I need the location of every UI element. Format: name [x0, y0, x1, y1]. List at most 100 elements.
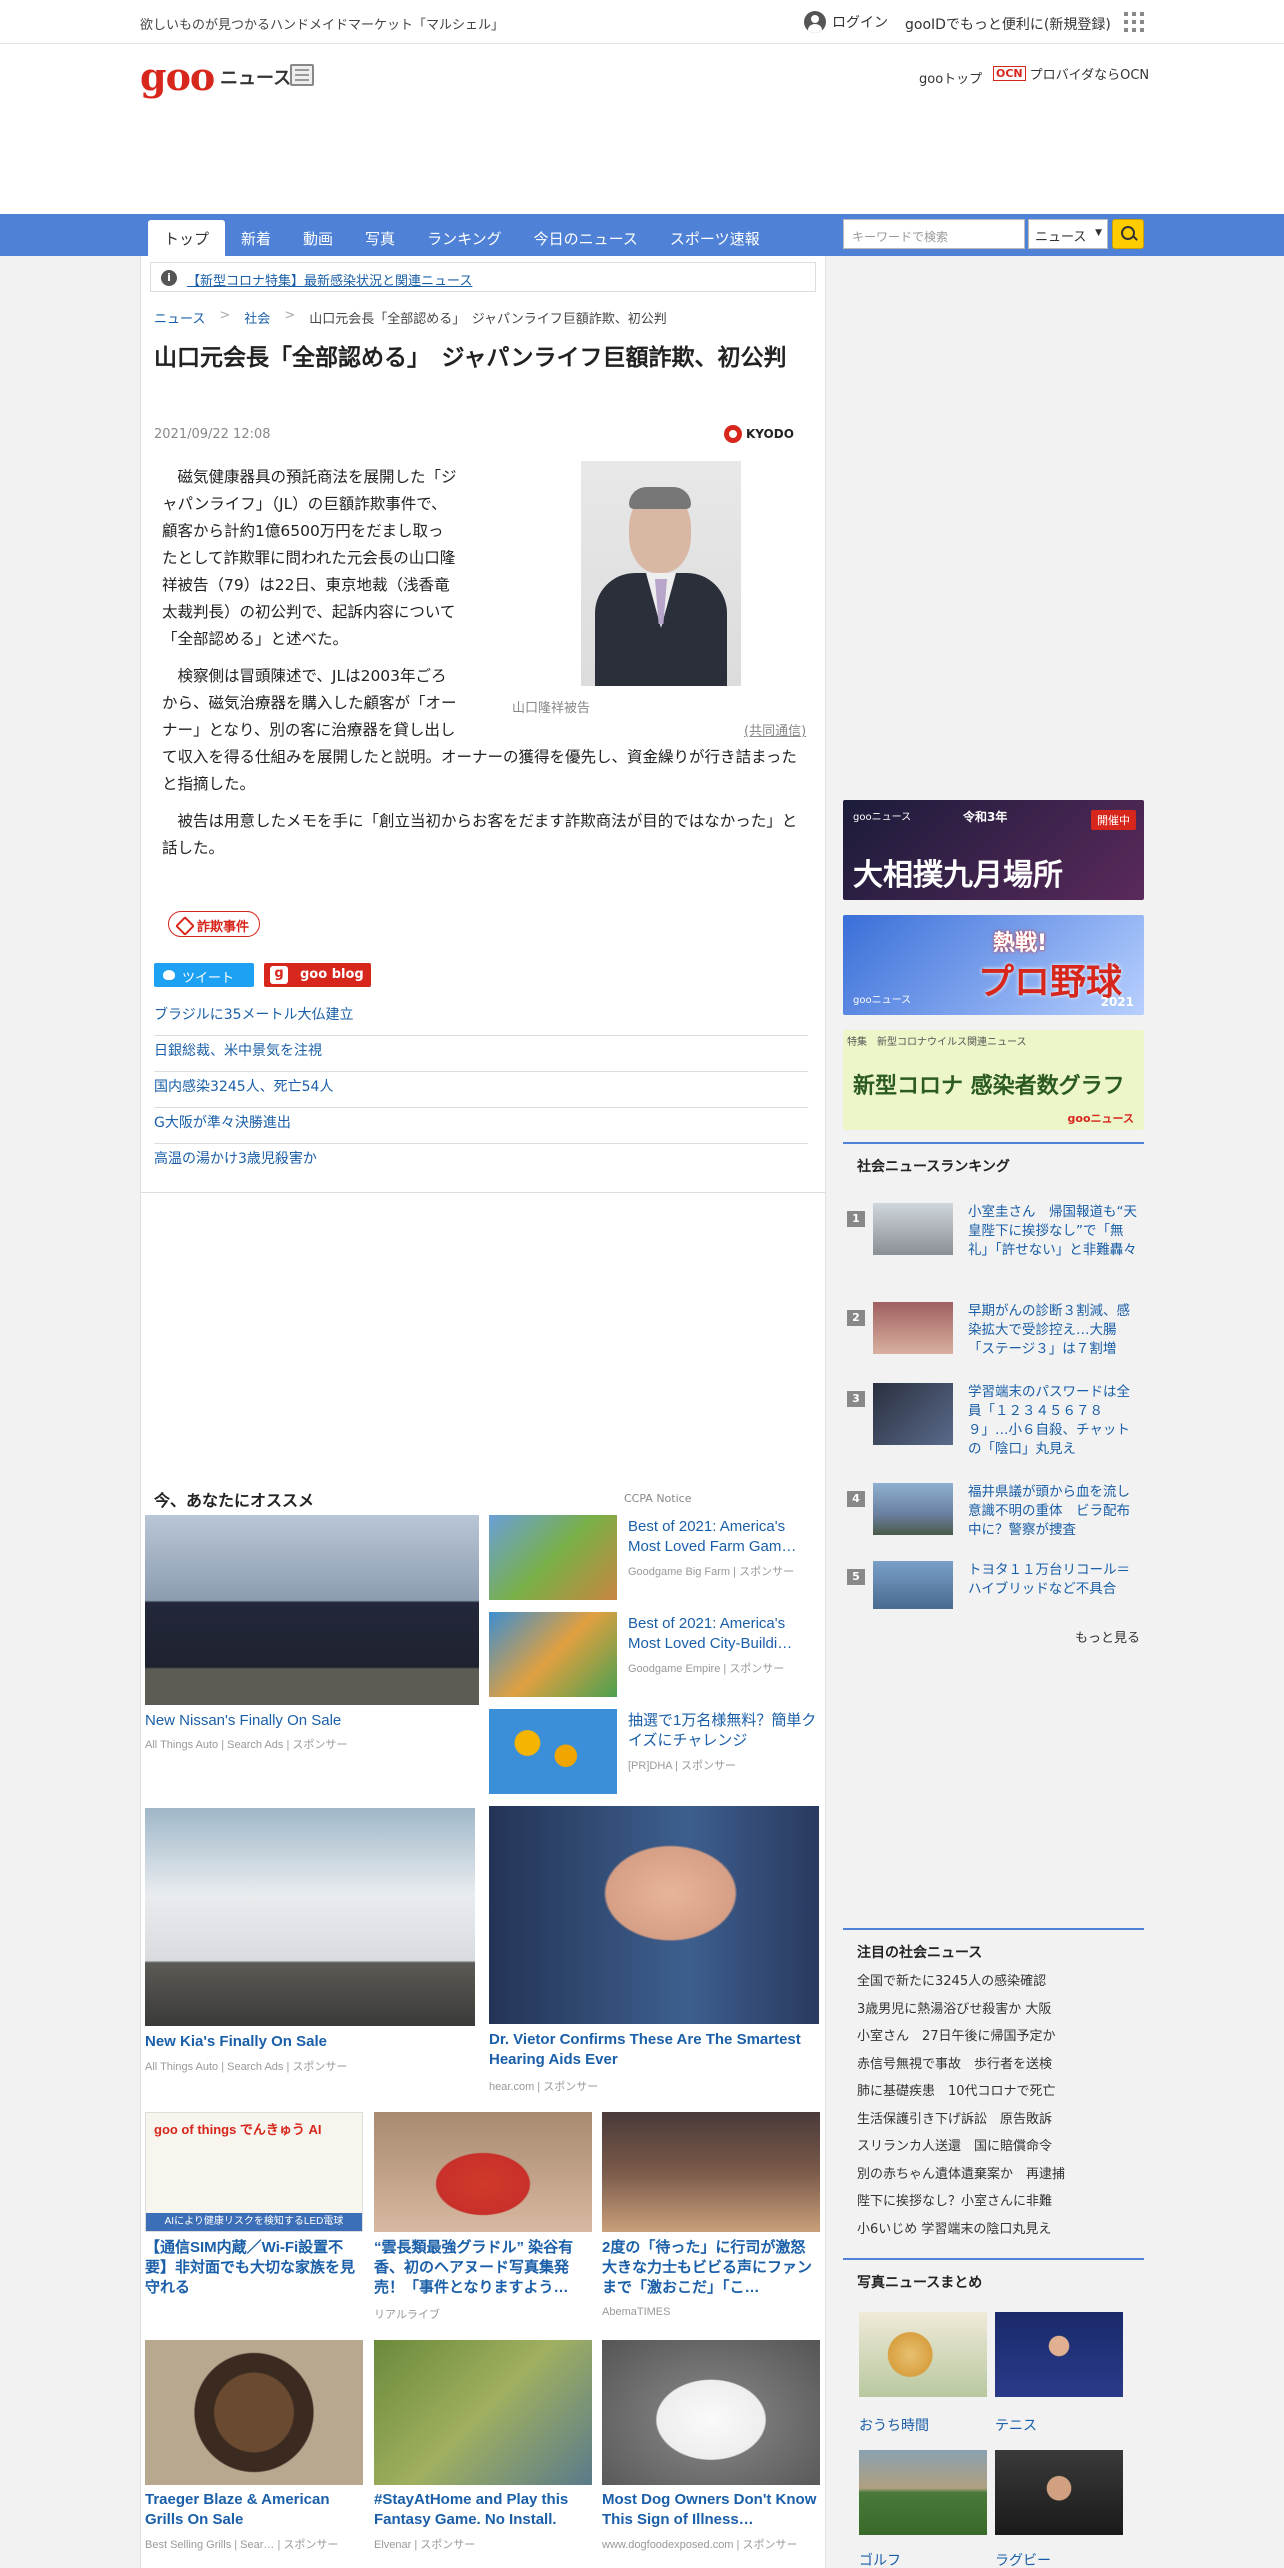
marche-promo-link[interactable]: 欲しいものが見つかるハンドメイドマーケット「マルシェル」	[140, 14, 504, 33]
recommend-card[interactable]: 2度の「待った」に行司が激怒 大きな力士もビビる声にファンまで「激おこだ」「こ……	[602, 2112, 820, 2332]
ranking-more-link[interactable]: もっと見る	[1075, 1627, 1140, 1646]
card-image	[145, 1515, 479, 1705]
provider-logo[interactable]: KYODO	[724, 425, 794, 443]
attention-item[interactable]: 全国で新たに3245人の感染確認	[843, 1968, 1144, 1996]
related-link[interactable]: G大阪が準々決勝進出	[154, 1108, 808, 1144]
card-image	[145, 2340, 363, 2485]
covid-notice-link[interactable]: 【新型コロナ特集】最新感染状況と関連ニュース	[187, 274, 472, 289]
gooid-register-link[interactable]: gooIDでもっと便利に(新規登録)	[905, 14, 1111, 34]
rank-thumb	[873, 1483, 953, 1535]
news-logo-text[interactable]: ニュース	[220, 64, 291, 90]
card-title: 抽選で1万名様無料？簡単クイズにチャレンジ	[628, 1712, 817, 1749]
photo-label[interactable]: テニス	[995, 2415, 1037, 2435]
attention-item[interactable]: 3歳男児に熱湯浴びせ殺害か 大阪	[843, 1996, 1144, 2024]
kyodo-icon	[724, 425, 742, 443]
search-button[interactable]	[1112, 219, 1144, 249]
tab-top[interactable]: トップ	[148, 220, 226, 256]
recommend-card[interactable]: “雲長類最強グラドル” 染谷有香、初のヘアヌード写真集発売！「事件となりますよう…	[374, 2112, 592, 2332]
photo-label[interactable]: おうち時間	[859, 2415, 929, 2435]
recommend-card[interactable]: New Kia's Finally On Sale All Things Aut…	[145, 1808, 475, 2073]
baseball-banner[interactable]: 熱戦! プロ野球 gooニュース 2021	[843, 915, 1144, 1015]
related-link[interactable]: 高温の湯かけ3歳児殺害か	[154, 1144, 808, 1180]
rank-number: 5	[847, 1569, 865, 1585]
apps-grid-icon[interactable]	[1124, 12, 1144, 32]
photo-thumb[interactable]	[995, 2450, 1123, 2535]
card-title: New Nissan's Finally On Sale	[145, 1712, 342, 1729]
photo-thumb[interactable]	[859, 2450, 987, 2535]
rank-number: 2	[847, 1310, 865, 1326]
related-link[interactable]: 日銀総裁、米中景気を注視	[154, 1036, 808, 1072]
recommend-card[interactable]: Best of 2021: America's Most Loved City-…	[489, 1612, 819, 1702]
card-image	[374, 2112, 592, 2232]
recommend-card[interactable]: Dr. Vietor Confirms These Are The Smarte…	[489, 1806, 819, 2096]
attention-item[interactable]: 別の赤ちゃん遺体遺棄案か 再逮捕	[843, 2161, 1144, 2189]
recommend-card[interactable]: goo of things でんきゅう AI AIにより健康リスクを検知するLE…	[145, 2112, 363, 2332]
recommend-card[interactable]: Traeger Blaze & American Grills On Sale …	[145, 2340, 363, 2560]
breadcrumb-society[interactable]: 社会	[244, 308, 270, 327]
ranking-item[interactable]: 4 福井県議が頭から血を流し意識不明の重体 ビラ配布中に？警察が捜査	[843, 1483, 1144, 1563]
attention-item[interactable]: スリランカ人送還 国に賠償命令	[843, 2133, 1144, 2161]
photo-thumb[interactable]	[859, 2312, 987, 2397]
rank-thumb	[873, 1561, 953, 1609]
photo-label[interactable]: ゴルフ	[859, 2550, 901, 2568]
ranking-item[interactable]: 3 学習端末のパスワードは全員「１２３４５６７８９」…小６自殺、チャットの「陰口…	[843, 1383, 1144, 1463]
attention-item[interactable]: 陛下に挨拶なし？小室さんに非難	[843, 2188, 1144, 2216]
topic-tag[interactable]: 詐欺事件	[168, 911, 261, 937]
tab-video[interactable]: 動画	[287, 220, 349, 256]
sumo-banner[interactable]: gooニュース 令和3年 大相撲九月場所 開催中	[843, 800, 1144, 900]
ranking-item[interactable]: 2 早期がんの診断３割減、感染拡大で受診控え…大腸「ステージ３」は７割増	[843, 1302, 1144, 1382]
card-source: Best Selling Grills | Sear… | スポンサー	[145, 2539, 339, 2551]
recommend-card[interactable]: New Nissan's Finally On Sale All Things …	[145, 1515, 479, 1755]
breadcrumb: ニュース > 社会 > 山口元会長「全部認める」 ジャパンライフ巨額詐欺、初公判	[154, 308, 667, 327]
recommend-card[interactable]: 抽選で1万名様無料？簡単クイズにチャレンジ [PR]DHA | スポンサー	[489, 1709, 819, 1799]
attention-item[interactable]: 小6いじめ 学習端末の陰口丸見え	[843, 2216, 1144, 2244]
tab-sports[interactable]: スポーツ速報	[654, 220, 776, 256]
article-date: 2021/09/22 12:08	[154, 427, 271, 442]
recommend-card[interactable]: #StayAtHome and Play this Fantasy Game. …	[374, 2340, 592, 2560]
related-link[interactable]: ブラジルに35メートル大仏建立	[154, 1000, 808, 1036]
photo-thumb[interactable]	[995, 2312, 1123, 2397]
ranking-item[interactable]: 1 小室圭さん 帰国報道も“天皇陛下に挨拶なし”で「無礼」「許せない」と非難轟々	[843, 1203, 1144, 1283]
info-icon: i	[161, 270, 177, 286]
tab-ranking[interactable]: ランキング	[411, 220, 518, 256]
photo-caption: 山口隆祥被告	[512, 701, 591, 716]
breadcrumb-sep: >	[284, 308, 296, 323]
banner-year: 令和3年	[963, 810, 1008, 824]
tab-today[interactable]: 今日のニュース	[518, 220, 654, 256]
photo-news-title: 写真ニュースまとめ	[843, 2258, 1144, 2304]
covid-notice: i 【新型コロナ特集】最新感染状況と関連ニュース	[150, 262, 816, 292]
goo-blog-button[interactable]: goo blog	[264, 963, 371, 987]
ccpa-link[interactable]: CCPA Notice	[624, 1492, 691, 1505]
goo-top-link[interactable]: gooトップ	[919, 68, 982, 87]
search-input[interactable]: キーワードで検索	[843, 219, 1025, 249]
card-source: Goodgame Empire | スポンサー	[628, 1663, 785, 1675]
banner-brand: gooニュース	[853, 995, 912, 1006]
recommend-card[interactable]: Best of 2021: America's Most Loved Farm …	[489, 1515, 819, 1605]
card-source: リアルライブ	[374, 2309, 440, 2321]
attention-item[interactable]: 生活保護引き下げ訴訟 原告敗訴	[843, 2106, 1144, 2134]
attention-item[interactable]: 赤信号無視で事故 歩行者を送検	[843, 2051, 1144, 2079]
ocn-link[interactable]: OCN プロバイダならOCN	[993, 64, 1149, 83]
attention-item[interactable]: 小室さん 27日午後に帰国予定か	[843, 2023, 1144, 2051]
recommend-card[interactable]: Most Dog Owners Don't Know This Sign of …	[602, 2340, 820, 2560]
card-image	[602, 2112, 820, 2232]
search-scope-select[interactable]: ニュース	[1028, 219, 1108, 249]
attention-list: 全国で新たに3245人の感染確認 3歳男児に熱湯浴びせ殺害か 大阪 小室さん 2…	[843, 1968, 1144, 2243]
tab-new[interactable]: 新着	[225, 220, 287, 256]
attention-item[interactable]: 肺に基礎疾患 10代コロナで死亡	[843, 2078, 1144, 2106]
rank-text: 小室圭さん 帰国報道も“天皇陛下に挨拶なし”で「無礼」「許せない」と非難轟々	[968, 1204, 1137, 1258]
card-source: [PR]DHA | スポンサー	[628, 1760, 736, 1772]
breadcrumb-news[interactable]: ニュース	[154, 308, 205, 327]
card-image-sub: AIにより健康リスクを検知するLED電球	[146, 2213, 362, 2231]
covid-graph-banner[interactable]: 特集 新型コロナウイルス関連ニュース 新型コロナ 感染者数グラフ gooニュース	[843, 1030, 1144, 1130]
article-photo[interactable]	[581, 461, 741, 686]
rank-text: 福井県議が頭から血を流し意識不明の重体 ビラ配布中に？警察が捜査	[968, 1484, 1130, 1538]
photo-label[interactable]: ラグビー	[995, 2550, 1051, 2568]
login-link[interactable]: ログイン	[804, 9, 888, 35]
goo-logo[interactable]: goo	[140, 54, 215, 99]
source-link[interactable]: (共同通信)	[744, 720, 806, 739]
tweet-button[interactable]: ツイート	[154, 963, 254, 987]
tab-photo[interactable]: 写真	[349, 220, 411, 256]
site-header: goo ニュース gooトップ OCN プロバイダならOCN	[0, 44, 1284, 214]
related-link[interactable]: 国内感染3245人、死亡54人	[154, 1072, 808, 1108]
